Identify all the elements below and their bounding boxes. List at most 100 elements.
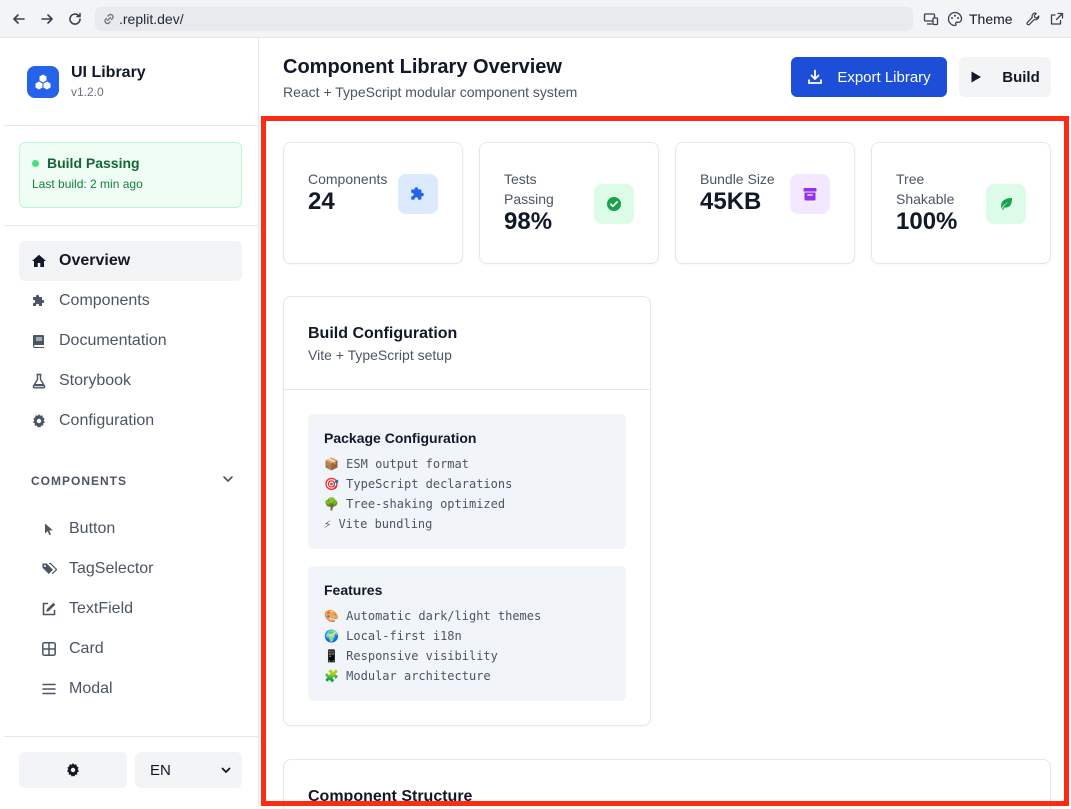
stat-label: Tree Shakable — [896, 171, 955, 207]
divider — [4, 736, 258, 737]
nav-item-documentation[interactable]: Documentation — [19, 321, 242, 361]
chevron-down-icon[interactable] — [221, 472, 235, 489]
back-button[interactable] — [5, 5, 33, 33]
stat-value: 100% — [896, 208, 958, 235]
page-title: Component Library Overview — [283, 56, 562, 78]
chevron-down-icon — [221, 767, 231, 773]
nav-item-label: Overview — [59, 252, 131, 269]
brand-version: v1.2.0 — [71, 85, 104, 99]
build-button[interactable]: Build — [959, 57, 1051, 97]
components-header-label: COMPONENTS — [31, 473, 128, 488]
nav-item-configuration[interactable]: Configuration — [19, 401, 242, 441]
stat-card-bundle: Bundle Size 45KB — [675, 142, 855, 264]
gear-icon — [67, 763, 79, 777]
language-select[interactable]: EN — [135, 752, 242, 788]
package-configuration-box: Package Configuration 📦 ESM output forma… — [308, 414, 626, 549]
nav-item-label: Documentation — [59, 332, 167, 349]
export-library-label: Export Library — [837, 68, 931, 86]
component-item-label: Modal — [69, 680, 113, 697]
package-config-line: 🌳 Tree-shaking optimized — [324, 497, 506, 511]
download-icon — [807, 69, 823, 85]
flask-icon — [31, 373, 47, 389]
component-item-tagselector[interactable]: TagSelector — [31, 549, 231, 589]
nav-item-label: Configuration — [59, 412, 155, 429]
build-configuration-card: Build Configuration Vite + TypeScript se… — [283, 296, 651, 726]
component-structure-card: Component Structure — [283, 759, 1051, 809]
book-icon — [31, 333, 47, 349]
nav-item-label: Storybook — [59, 372, 132, 389]
component-structure-title: Component Structure — [308, 788, 473, 805]
status-dot-icon — [32, 159, 39, 167]
component-item-label: Button — [69, 520, 116, 537]
link-icon — [104, 13, 114, 24]
nav-item-label: Components — [59, 292, 150, 309]
package-config-line: 🎯 TypeScript declarations — [324, 477, 513, 491]
main-nav: Overview Components Documentation Storyb… — [19, 241, 242, 441]
leaf-icon — [986, 184, 1026, 224]
components-section-header[interactable]: COMPONENTS — [31, 472, 235, 489]
pointer-icon — [41, 521, 57, 537]
play-icon — [970, 70, 982, 84]
build-status-panel: Build Passing Last build: 2 min ago — [19, 142, 242, 208]
language-value: EN — [150, 761, 171, 779]
nav-item-storybook[interactable]: Storybook — [19, 361, 242, 401]
reload-button[interactable] — [61, 5, 89, 33]
stat-value: 45KB — [700, 188, 762, 215]
divider — [4, 225, 258, 226]
build-status-title: Build Passing — [47, 155, 140, 171]
feature-line: 📱 Responsive visibility — [324, 649, 498, 663]
stat-value: 24 — [308, 188, 335, 215]
tags-icon — [41, 561, 57, 577]
sidebar: UI Library v1.2.0 Build Passing Last bui… — [4, 38, 259, 805]
stat-value: 98% — [504, 208, 553, 235]
features-title: Features — [324, 582, 383, 598]
feature-line: 🌍 Local-first i18n — [324, 629, 462, 643]
nav-item-overview[interactable]: Overview — [19, 241, 242, 281]
brand-name: UI Library — [71, 64, 146, 81]
menu-icon — [41, 681, 57, 697]
arrow-left-icon — [13, 13, 25, 24]
theme-label[interactable]: Theme — [969, 11, 1013, 27]
home-icon — [31, 253, 47, 269]
package-config-line: ⚡ Vite bundling — [324, 517, 433, 531]
feature-line: 🧩 Modular architecture — [324, 669, 491, 683]
build-config-title: Build Configuration — [308, 325, 458, 342]
archive-icon — [790, 174, 830, 214]
main-content: Components 24 Tests Passing 98% Bundle S… — [259, 114, 1071, 809]
edit-icon — [41, 601, 57, 617]
external-link-icon[interactable] — [1045, 7, 1069, 31]
palette-icon[interactable] — [943, 7, 967, 31]
component-item-card[interactable]: Card — [31, 629, 231, 669]
brand[interactable]: UI Library v1.2.0 — [27, 64, 146, 99]
component-item-button[interactable]: Button — [31, 509, 231, 549]
check-circle-icon — [594, 184, 634, 224]
divider — [284, 389, 650, 390]
wrench-icon[interactable] — [1021, 7, 1045, 31]
component-item-label: TextField — [69, 600, 134, 617]
feature-line: 🎨 Automatic dark/light themes — [324, 609, 542, 623]
url-text: .replit.dev/ — [119, 10, 184, 27]
component-item-textfield[interactable]: TextField — [31, 589, 231, 629]
page-subtitle: React + TypeScript modular component sys… — [283, 84, 578, 100]
stat-label: Tests Passing — [504, 171, 554, 207]
settings-button[interactable] — [19, 752, 127, 788]
grid-icon — [41, 641, 57, 657]
stat-label: Components — [308, 171, 388, 187]
address-bar[interactable]: .replit.dev/ — [95, 6, 913, 31]
component-item-label: TagSelector — [69, 560, 154, 577]
divider — [4, 125, 258, 126]
devices-icon[interactable] — [919, 7, 943, 31]
forward-button[interactable] — [33, 5, 61, 33]
gear-icon — [31, 413, 47, 429]
components-list: Button TagSelector TextField Card Modal — [31, 509, 231, 709]
arrow-right-icon — [41, 13, 53, 24]
stat-card-tests: Tests Passing 98% — [479, 142, 659, 264]
nav-item-components[interactable]: Components — [19, 281, 242, 321]
puzzle-icon — [398, 174, 438, 214]
reload-icon — [69, 12, 81, 25]
export-library-button[interactable]: Export Library — [791, 57, 947, 97]
stat-label: Bundle Size — [700, 171, 775, 187]
main-header: Component Library Overview React + TypeS… — [259, 38, 1071, 114]
component-item-modal[interactable]: Modal — [31, 669, 231, 709]
component-item-label: Card — [69, 640, 104, 657]
